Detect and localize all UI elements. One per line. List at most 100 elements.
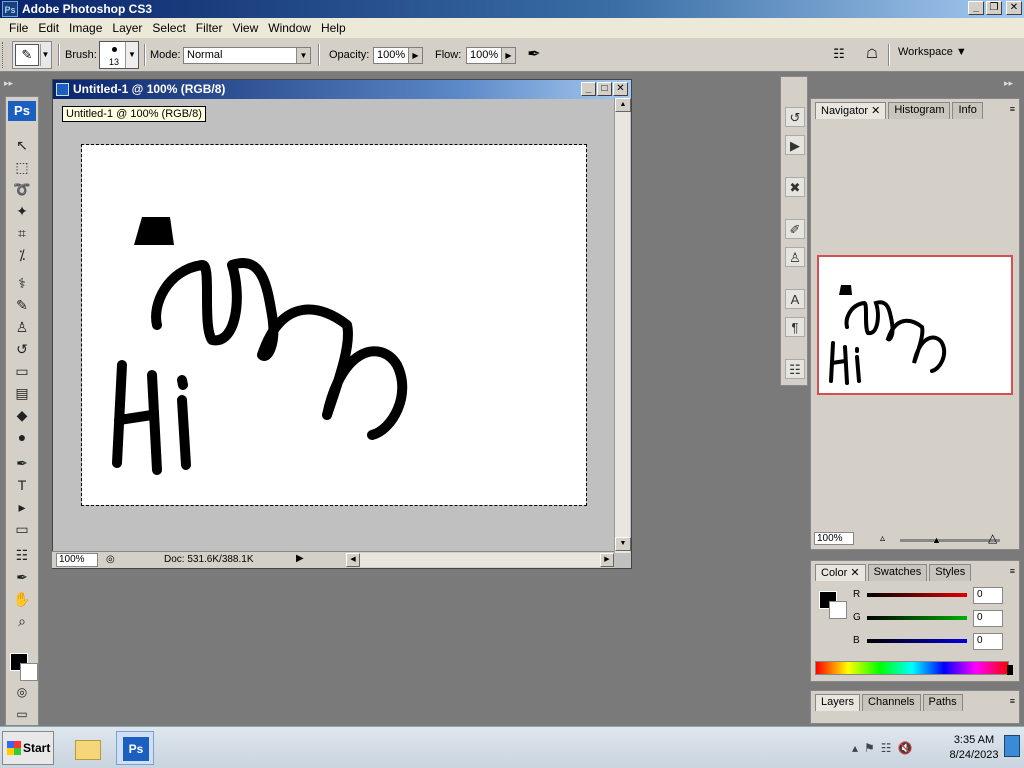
tool-presets-panel-icon[interactable]: ✖ (785, 177, 805, 197)
layer-comps-panel-icon[interactable]: ☷ (785, 359, 805, 379)
pen-tool-icon[interactable]: ✒ (10, 453, 34, 473)
workspace-menu[interactable]: Workspace ▼ (898, 46, 978, 64)
channel-b-input[interactable]: 0 (973, 633, 1003, 650)
panel-menu-icon[interactable]: ≡ (1010, 696, 1015, 706)
spectrum-black-swatch[interactable] (1007, 665, 1013, 675)
tab-paths[interactable]: Paths (922, 694, 963, 711)
bridge-icon[interactable]: ☖ (862, 46, 882, 64)
path-selection-tool-icon[interactable]: ▸ (10, 497, 34, 517)
color-panel-background-swatch[interactable] (829, 601, 847, 619)
palette-well-icon[interactable]: ☷ (829, 46, 849, 64)
close-icon[interactable]: ✕ (850, 567, 859, 579)
blur-tool-icon[interactable]: ◆ (10, 405, 34, 425)
scroll-up-icon[interactable]: ▲ (615, 98, 631, 112)
clone-stamp-tool-icon[interactable]: ♙ (10, 317, 34, 337)
volume-muted-icon[interactable]: 🔇 (898, 741, 913, 755)
scroll-right-icon[interactable]: ▶ (600, 553, 614, 567)
healing-brush-tool-icon[interactable]: ⚕ (10, 273, 34, 293)
tab-histogram[interactable]: Histogram (888, 102, 951, 119)
options-bar-grip[interactable] (2, 42, 6, 68)
brush-tool-icon[interactable]: ✎ (10, 295, 34, 315)
navigator-preview[interactable] (817, 255, 1013, 395)
opacity-input[interactable]: 100% ▶ (373, 47, 423, 64)
taskbar-explorer-button[interactable] (68, 731, 106, 765)
tab-layers[interactable]: Layers (815, 694, 861, 711)
history-brush-tool-icon[interactable]: ↺ (10, 339, 34, 359)
tab-info[interactable]: Info (952, 102, 983, 119)
doc-close-button[interactable]: ✕ (613, 82, 628, 96)
menu-edit[interactable]: Edit (33, 21, 64, 35)
eyedropper-tool-icon[interactable]: ✒ (10, 567, 34, 587)
type-tool-icon[interactable]: T (10, 475, 34, 495)
menu-layer[interactable]: Layer (107, 21, 147, 35)
eraser-tool-icon[interactable]: ▭ (10, 361, 34, 381)
network-icon[interactable]: ☷ (881, 741, 892, 755)
document-horizontal-scrollbar[interactable]: ◀ ▶ (346, 553, 614, 567)
panel-menu-icon[interactable]: ≡ (1010, 566, 1015, 576)
tool-preset-picker[interactable]: ✎ ▼ (12, 41, 52, 69)
action-center-flag-icon[interactable]: ⚑ (864, 741, 875, 755)
tab-color[interactable]: Color ✕ (815, 564, 866, 581)
crop-tool-icon[interactable]: ⌗ (10, 223, 34, 243)
screen-mode-icon[interactable]: ▭ (10, 704, 34, 724)
toolbox-ps-logo[interactable]: Ps (8, 101, 36, 121)
channel-g-slider[interactable] (867, 616, 967, 620)
channel-r-input[interactable]: 0 (973, 587, 1003, 604)
scroll-down-icon[interactable]: ▼ (615, 537, 631, 551)
show-desktop-button[interactable] (1004, 735, 1020, 757)
airbrush-toggle-icon[interactable]: ✒ (523, 44, 545, 66)
status-menu-arrow-icon[interactable]: ▶ (296, 553, 304, 564)
brush-picker[interactable]: 13 ▼ (99, 41, 139, 69)
doc-minimize-button[interactable]: _ (581, 82, 596, 96)
slider-handle-icon[interactable]: ▲ (932, 535, 941, 545)
actions-panel-icon[interactable]: ▶ (785, 135, 805, 155)
gradient-tool-icon[interactable]: ▤ (10, 383, 34, 403)
restore-button[interactable]: ❐ (986, 1, 1002, 15)
close-icon[interactable]: ✕ (871, 105, 880, 117)
menu-select[interactable]: Select (147, 21, 190, 35)
lasso-tool-icon[interactable]: ➰ (10, 179, 34, 199)
taskbar-clock[interactable]: 3:35 AM 8/24/2023 (946, 733, 1002, 763)
mode-select[interactable]: Normal ▼ (183, 47, 311, 64)
document-vertical-scrollbar[interactable]: ▲ ▼ (614, 98, 631, 553)
navigator-zoom-slider[interactable]: ▲ (900, 535, 1000, 545)
menu-filter[interactable]: Filter (191, 21, 228, 35)
zoom-in-icon[interactable]: △ (988, 531, 997, 545)
magic-wand-tool-icon[interactable]: ✦ (10, 201, 34, 221)
document-zoom-field[interactable]: 100% (56, 553, 98, 567)
eyedropper-slice-tool-icon[interactable]: ⁒ (10, 245, 34, 265)
panel-menu-icon[interactable]: ≡ (1010, 104, 1015, 114)
menu-view[interactable]: View (227, 21, 263, 35)
history-panel-icon[interactable]: ↺ (785, 107, 805, 127)
document-title[interactable]: Untitled-1 @ 100% (RGB/8) (53, 80, 631, 99)
move-tool-icon[interactable]: ↖ (10, 135, 34, 155)
character-panel-icon[interactable]: A (785, 289, 805, 309)
flow-input[interactable]: 100% ▶ (466, 47, 516, 64)
image-canvas[interactable] (81, 144, 587, 506)
minimize-button[interactable]: _ (968, 1, 984, 15)
zoom-tool-icon[interactable]: ⌕ (10, 611, 34, 631)
channel-g-input[interactable]: 0 (973, 610, 1003, 627)
show-hidden-icons-icon[interactable]: ▴ (852, 741, 858, 755)
collapse-toolbox-icon[interactable]: ▸▸ (4, 78, 13, 89)
scroll-left-icon[interactable]: ◀ (346, 553, 360, 567)
tab-styles[interactable]: Styles (929, 564, 972, 581)
brushes-panel-icon[interactable]: ✐ (785, 219, 805, 239)
hand-tool-icon[interactable]: ✋ (10, 589, 34, 609)
color-spectrum-ramp[interactable] (815, 661, 1009, 675)
quick-mask-icon[interactable]: ◎ (10, 682, 34, 702)
menu-file[interactable]: File (4, 21, 33, 35)
channel-r-slider[interactable] (867, 593, 967, 597)
dodge-tool-icon[interactable]: ● (10, 427, 34, 447)
chevron-right-icon[interactable]: ▶ (408, 48, 422, 63)
start-button[interactable]: Start (2, 731, 54, 765)
zoom-out-icon[interactable]: ▵ (880, 533, 885, 544)
marquee-tool-icon[interactable]: ⬚ (10, 157, 34, 177)
shape-tool-icon[interactable]: ▭ (10, 519, 34, 539)
document-icon[interactable] (56, 83, 69, 96)
menu-image[interactable]: Image (64, 21, 107, 35)
navigator-zoom-field[interactable]: 100% (814, 532, 854, 545)
notes-tool-icon[interactable]: ☷ (10, 545, 34, 565)
paragraph-panel-icon[interactable]: ¶ (785, 317, 805, 337)
tab-navigator[interactable]: Navigator ✕ (815, 102, 887, 119)
